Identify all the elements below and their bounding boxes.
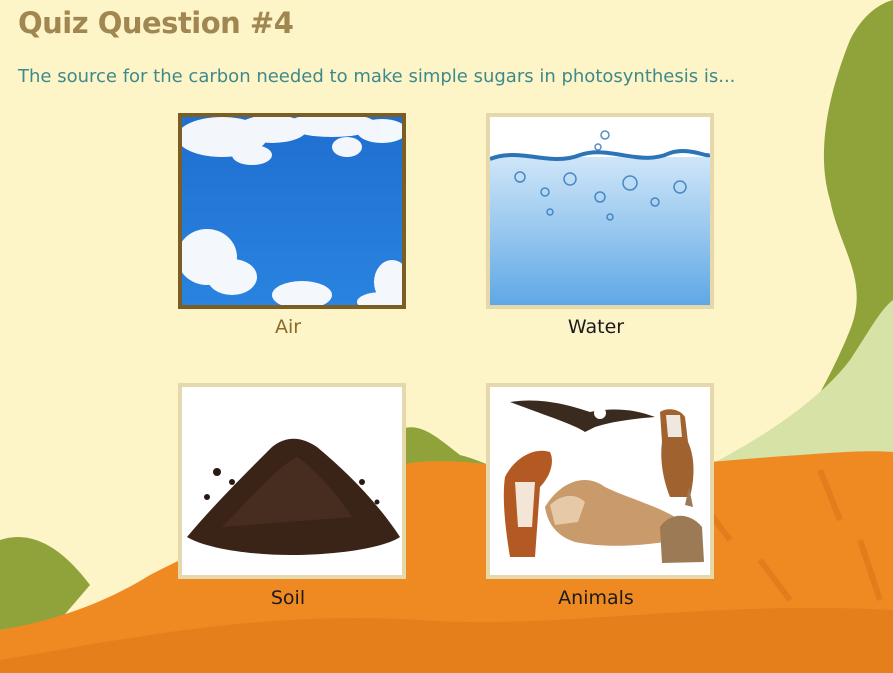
sky-clouds-image [182, 117, 402, 305]
choice-animals-label: Animals [558, 587, 634, 609]
choice-animals[interactable] [486, 383, 714, 579]
animals-image [490, 387, 710, 575]
question-text: The source for the carbon needed to make… [18, 66, 736, 87]
water-splash-image [490, 117, 710, 305]
soil-pile-image [182, 387, 402, 575]
choice-water[interactable] [486, 113, 714, 309]
choice-air[interactable] [178, 113, 406, 309]
choice-soil[interactable] [178, 383, 406, 579]
choice-air-label: Air [274, 316, 302, 338]
landscape-background [0, 0, 893, 673]
quiz-screen: Quiz Question #4 The source for the carb… [0, 0, 893, 673]
choice-water-label: Water [567, 316, 625, 338]
page-title: Quiz Question #4 [18, 6, 294, 40]
choice-soil-label: Soil [270, 587, 306, 609]
